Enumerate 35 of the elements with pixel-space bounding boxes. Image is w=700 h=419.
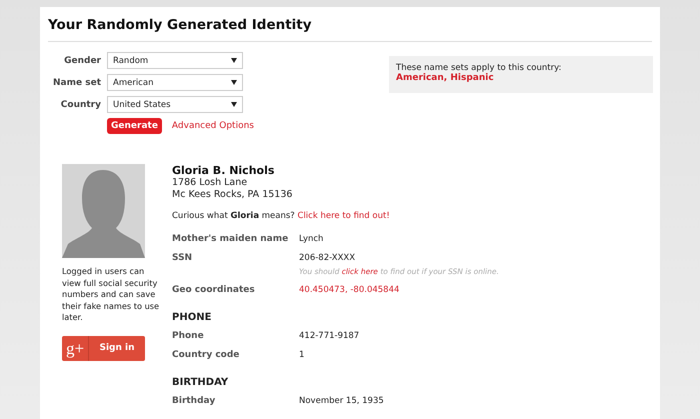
- coordinates-link[interactable]: 40.450473, -80.045844: [299, 285, 400, 296]
- login-note: Logged in users can view full social security numbers and can save their fake names to use later.: [62, 266, 160, 324]
- find-out-link[interactable]: Click here to find out!: [298, 211, 390, 221]
- detail-label: Birthday: [172, 396, 216, 407]
- field-label: Country: [60, 100, 101, 110]
- name-meaning-sentence: Curious what Gloria means? Click here to find out!: [172, 211, 391, 221]
- detail-value: November 15, 1935: [299, 396, 384, 407]
- address-line: 1786 Losh Lane: [172, 177, 248, 189]
- detail-value: 1: [299, 350, 304, 361]
- section-heading: BIRTHDAY: [172, 377, 230, 388]
- detail-value: 412-771-9187: [299, 331, 360, 342]
- field-label: Gender: [63, 56, 101, 66]
- detail-label: SSN: [172, 253, 194, 265]
- detail-label: Country code: [172, 350, 240, 361]
- detail-label: Geo coordinates: [172, 285, 256, 296]
- section-heading: PHONE: [172, 312, 212, 323]
- detail-label: Mother's maiden name: [172, 234, 290, 245]
- detail-label: Phone: [172, 331, 205, 342]
- detail-value: Lynch: [299, 234, 324, 245]
- caret-icon: [231, 58, 237, 63]
- generate-button[interactable]: Generate: [107, 118, 162, 134]
- dropdown[interactable]: United States: [107, 96, 243, 113]
- info-text: These name sets apply to this country:: [396, 63, 562, 73]
- dropdown[interactable]: Random: [107, 52, 243, 69]
- sign-in-button[interactable]: g+ Sign in: [62, 336, 145, 360]
- field-label: Name set: [52, 78, 101, 88]
- person-name: Gloria B. Nichols: [172, 164, 276, 177]
- address-line: Mc Kees Rocks, PA 15136: [172, 189, 294, 201]
- detail-value: 206-82-XXXX: [299, 253, 356, 264]
- name-sets-text: American, Hispanic: [396, 73, 495, 83]
- caret-icon: [231, 102, 237, 107]
- advanced-options-link[interactable]: Advanced Options: [172, 121, 254, 131]
- page-title: Your Randomly Generated Identity: [48, 16, 313, 33]
- dropdown[interactable]: American: [107, 74, 243, 91]
- caret-icon: [231, 80, 237, 85]
